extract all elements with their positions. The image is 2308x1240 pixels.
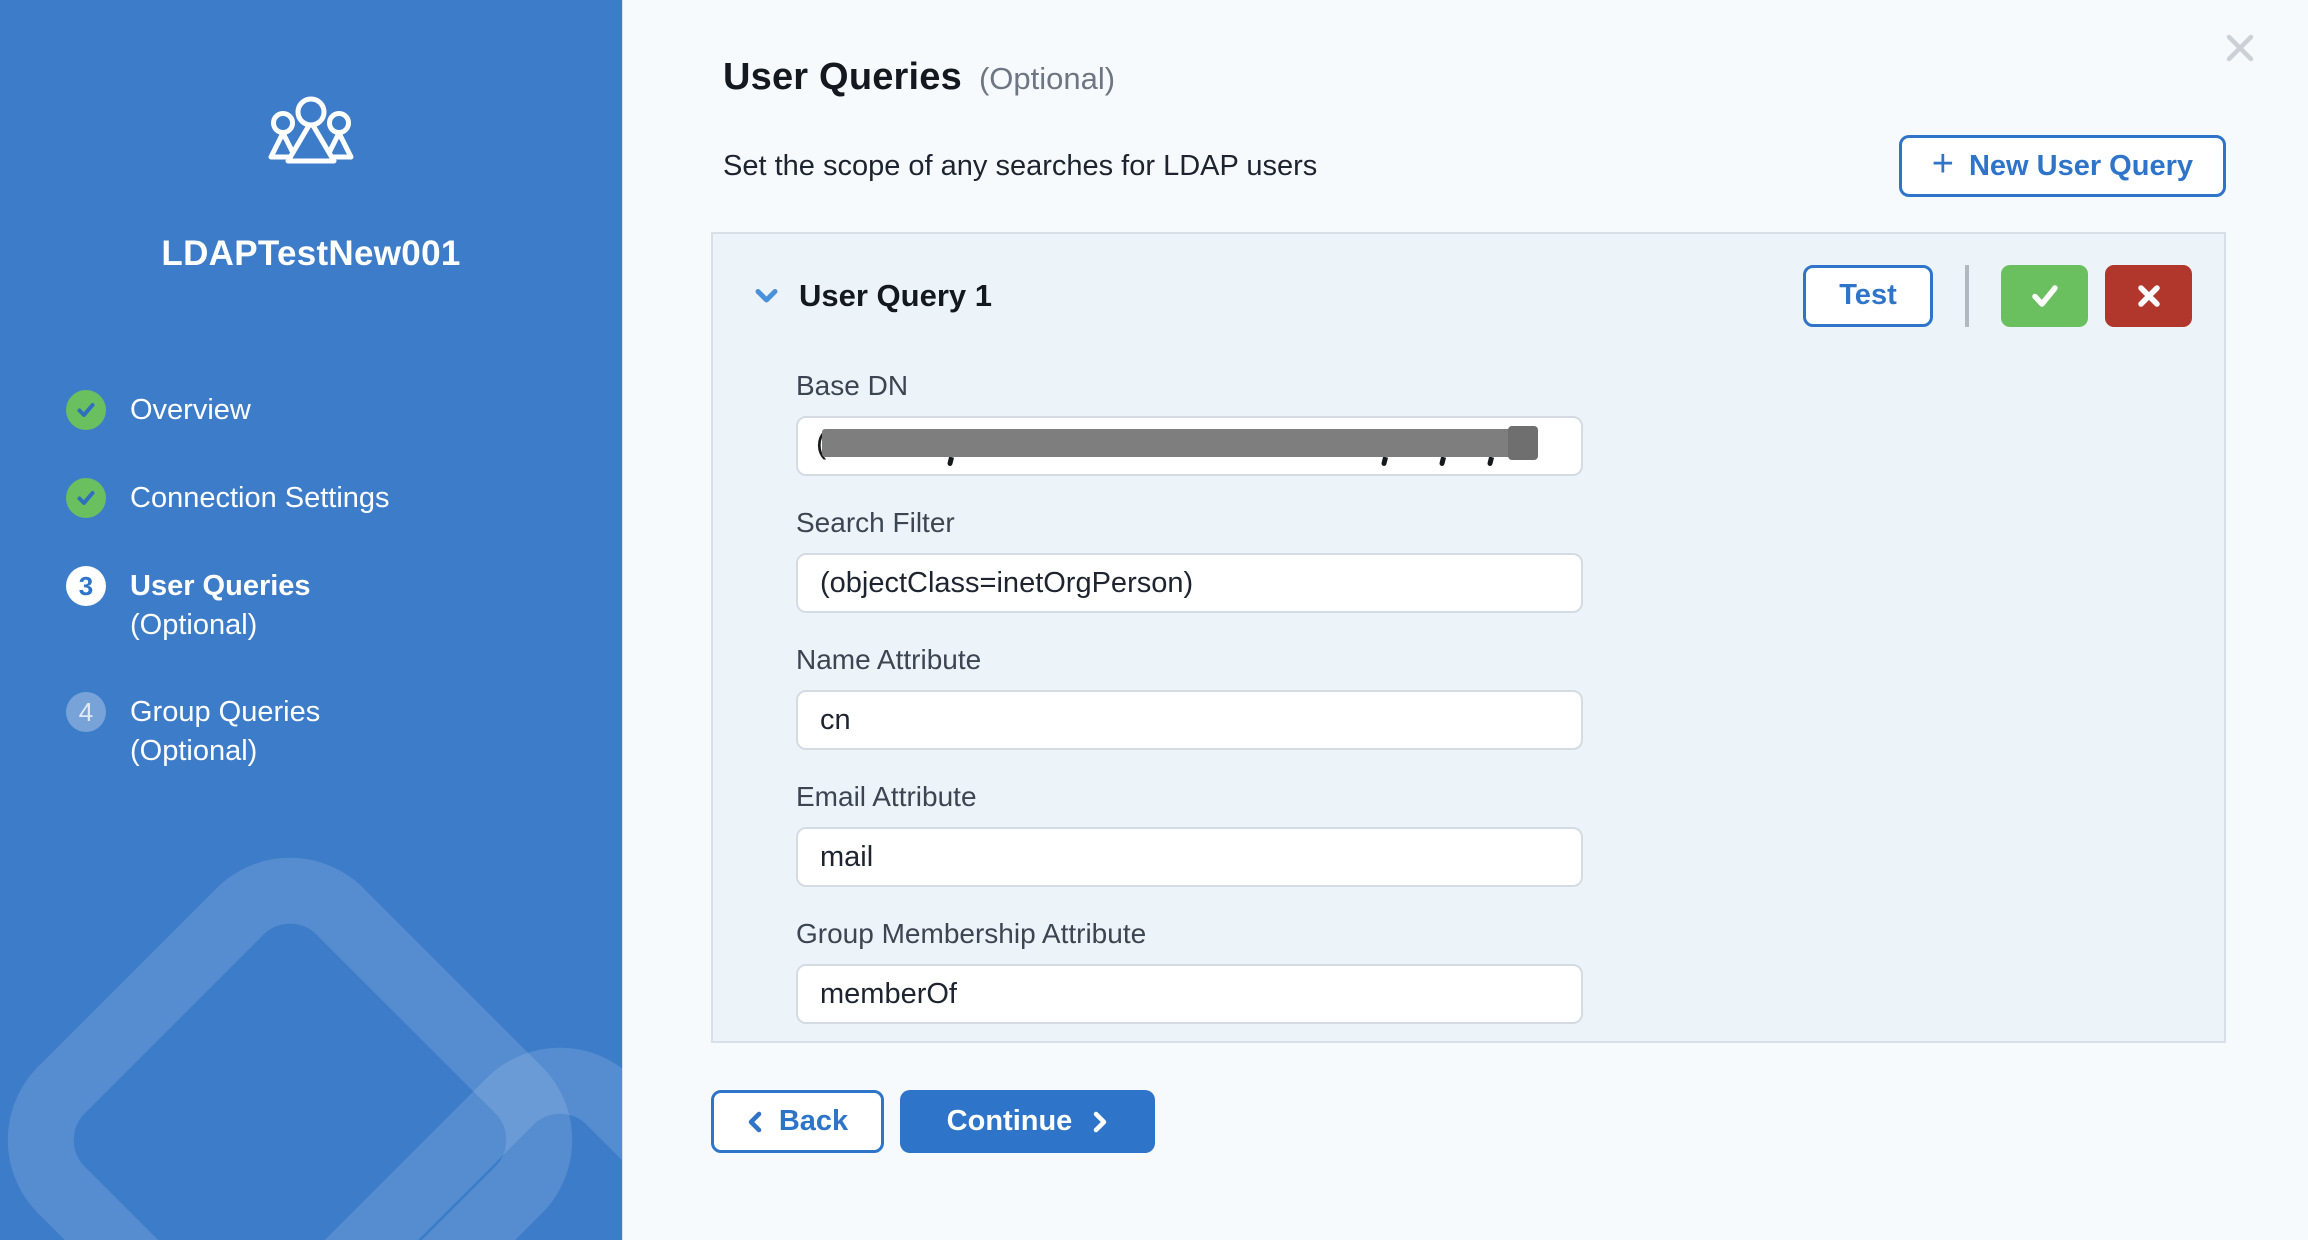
optional-tag: (Optional) <box>979 61 1115 97</box>
step-label: Connection Settings <box>130 478 390 518</box>
user-query-fields: Base DN ( Search Filter <box>796 370 1583 1024</box>
page-header: User Queries (Optional) <box>723 56 2226 99</box>
delete-query-button[interactable] <box>2105 265 2192 327</box>
user-query-actions: Test <box>1803 265 2192 327</box>
step-complete-icon <box>66 390 106 430</box>
users-group-icon <box>263 96 359 176</box>
wizard-steps: Overview Connection Settings 3 User Quer… <box>66 390 622 770</box>
step-number-badge: 4 <box>66 692 106 732</box>
close-icon[interactable] <box>2220 28 2260 68</box>
plus-icon: + <box>1932 145 1954 183</box>
group-membership-attribute-input[interactable] <box>796 964 1583 1024</box>
user-query-panel-header: User Query 1 Test <box>753 264 2192 327</box>
user-queries-page: User Queries (Optional) Set the scope of… <box>623 0 2308 1240</box>
ldap-wizard-modal: LDAPTestNew001 Overview <box>0 0 2308 1240</box>
name-attribute-field: Name Attribute <box>796 644 1583 750</box>
group-membership-attribute-field: Group Membership Attribute <box>796 918 1583 1024</box>
chevron-left-icon <box>747 1110 763 1134</box>
chevron-down-icon[interactable] <box>753 287 780 305</box>
search-filter-field: Search Filter <box>796 507 1583 613</box>
group-membership-attribute-label: Group Membership Attribute <box>796 918 1583 950</box>
actions-divider <box>1965 265 1969 327</box>
wizard-footer: Back Continue <box>711 1090 2226 1153</box>
step-sublabel: (Optional) <box>130 606 311 644</box>
connection-name: LDAPTestNew001 <box>0 234 622 274</box>
new-user-query-button[interactable]: + New User Query <box>1899 135 2226 197</box>
x-icon <box>2134 281 2164 311</box>
step-number-badge: 3 <box>66 566 106 606</box>
name-attribute-input[interactable] <box>796 690 1583 750</box>
step-group-queries[interactable]: 4 Group Queries (Optional) <box>66 692 622 770</box>
step-connection-settings[interactable]: Connection Settings <box>66 478 622 518</box>
base-dn-field: Base DN ( <box>796 370 1583 476</box>
step-label: User Queries <box>130 566 311 606</box>
search-filter-input[interactable] <box>796 553 1583 613</box>
base-dn-input[interactable] <box>796 416 1583 476</box>
continue-label: Continue <box>947 1105 1073 1138</box>
chevron-right-icon <box>1092 1110 1108 1134</box>
wizard-sidebar: LDAPTestNew001 Overview <box>0 0 623 1240</box>
step-overview[interactable]: Overview <box>66 390 622 430</box>
user-query-title: User Query 1 <box>799 278 992 314</box>
step-label: Group Queries <box>130 692 320 732</box>
step-complete-icon <box>66 478 106 518</box>
base-dn-label: Base DN <box>796 370 1583 402</box>
continue-button[interactable]: Continue <box>900 1090 1155 1153</box>
step-user-queries[interactable]: 3 User Queries (Optional) <box>66 566 622 644</box>
search-filter-label: Search Filter <box>796 507 1583 539</box>
confirm-query-button[interactable] <box>2001 265 2088 327</box>
name-attribute-label: Name Attribute <box>796 644 1583 676</box>
email-attribute-label: Email Attribute <box>796 781 1583 813</box>
page-title: User Queries <box>723 56 962 99</box>
email-attribute-input[interactable] <box>796 827 1583 887</box>
new-user-query-label: New User Query <box>1969 150 2193 183</box>
step-sublabel: (Optional) <box>130 732 320 770</box>
back-label: Back <box>779 1105 848 1138</box>
page-subtitle: Set the scope of any searches for LDAP u… <box>723 150 1317 183</box>
page-subheader: Set the scope of any searches for LDAP u… <box>723 135 2226 197</box>
user-query-panel: User Query 1 Test <box>711 232 2226 1043</box>
step-label: Overview <box>130 390 251 430</box>
test-button[interactable]: Test <box>1803 265 1933 327</box>
email-attribute-field: Email Attribute <box>796 781 1583 887</box>
back-button[interactable]: Back <box>711 1090 884 1153</box>
check-icon <box>2028 281 2062 311</box>
